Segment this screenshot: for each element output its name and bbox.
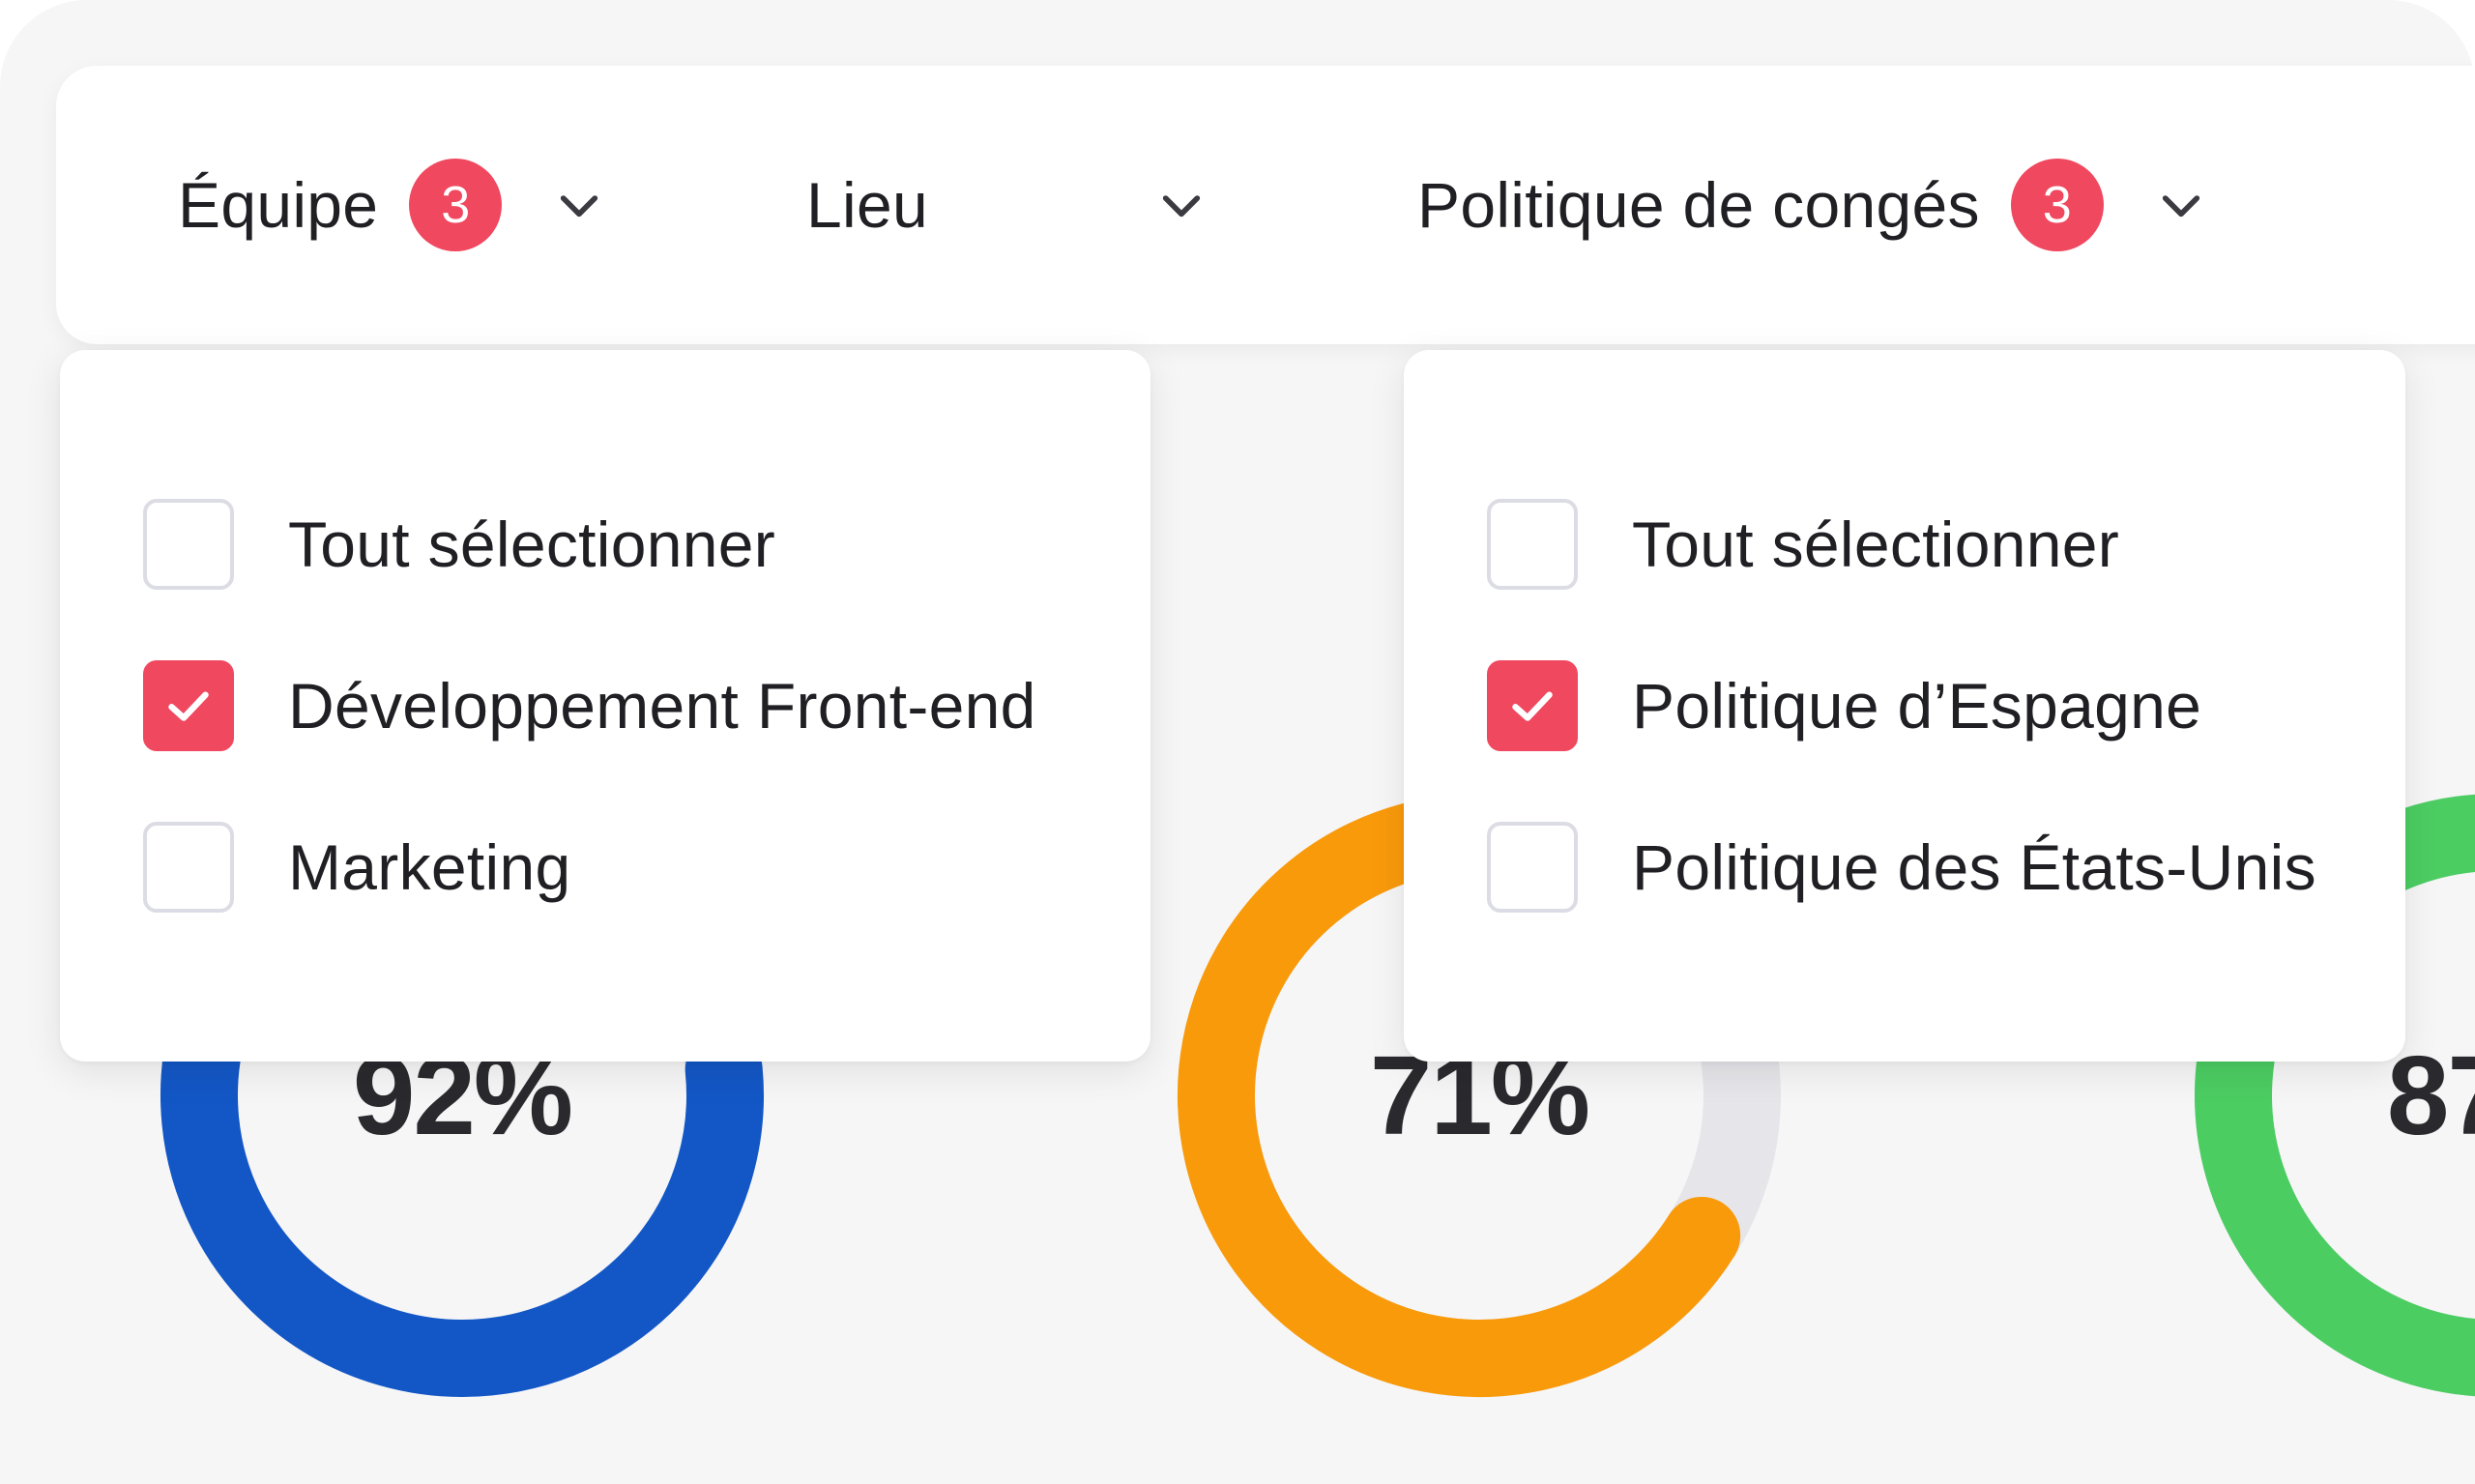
checkbox[interactable] [143,499,234,590]
leave-policy-filter[interactable]: Politique de congés 3 [1417,66,2208,344]
location-filter[interactable]: Lieu [806,66,1208,344]
app-screen: 92% 71% 87% Équipe 3 Lieu [0,0,2475,1484]
checkmark-icon [168,691,209,721]
filter-bar: Équipe 3 Lieu Politique de congés 3 [56,66,2475,344]
team-filter-label: Équipe [178,169,379,241]
chevron-down-icon[interactable] [1154,178,1208,232]
chevron-down-icon[interactable] [2154,178,2208,232]
checkbox[interactable] [1487,499,1578,590]
checkbox-checked[interactable] [143,660,234,751]
leave-policy-count-badge: 3 [2010,159,2104,251]
checkmark-icon [1512,691,1553,721]
leave-policy-dropdown-menu: Tout sélectionner Politique d’Espagne Po… [1404,350,2405,1062]
team-count-badge: 3 [409,159,503,251]
option-label: Politique des États-Unis [1632,831,2316,903]
option-label: Politique d’Espagne [1632,670,2202,742]
option-label: Tout sélectionner [1632,509,2120,580]
location-filter-label: Lieu [806,169,928,241]
chevron-down-icon[interactable] [552,178,606,232]
leave-policy-filter-label: Politique de congés [1417,169,1980,241]
team-filter[interactable]: Équipe 3 [178,66,606,344]
option-label: Développement Front-end [288,670,1036,742]
team-option-marketing[interactable]: Marketing [60,766,1150,969]
option-label: Marketing [288,831,571,903]
policy-option-united-states[interactable]: Politique des États-Unis [1404,766,2405,969]
option-label: Tout sélectionner [288,509,776,580]
checkbox-checked[interactable] [1487,660,1578,751]
checkbox[interactable] [1487,822,1578,913]
team-dropdown-menu: Tout sélectionner Développement Front-en… [60,350,1150,1062]
checkbox[interactable] [143,822,234,913]
